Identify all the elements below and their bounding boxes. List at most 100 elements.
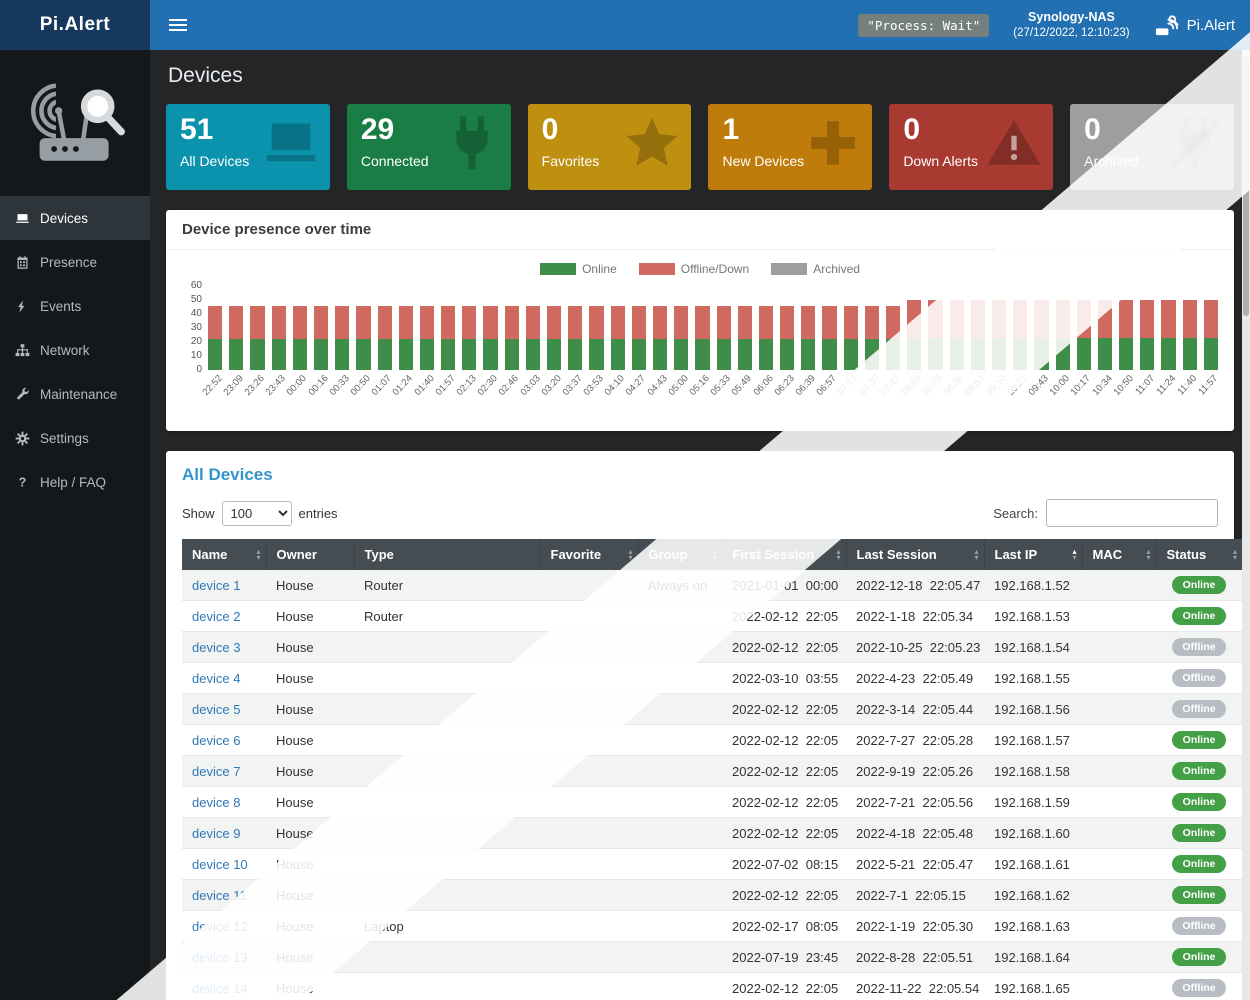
device-link[interactable]: device 2 [192,609,240,624]
table-row[interactable]: device 7House2022-02-12 22:052022-9-19 2… [182,756,1242,787]
device-link[interactable]: device 5 [192,702,240,717]
column-header-type[interactable]: Type [354,539,540,570]
cell-name: device 13 [182,942,266,973]
table-row[interactable]: device 3House2022-02-12 22:052022-10-25 … [182,632,1242,663]
device-link[interactable]: device 11 [192,888,247,903]
chart-y-tick: 50 [191,294,202,305]
device-link[interactable]: device 4 [192,671,240,686]
device-link[interactable]: device 6 [192,733,240,748]
sidebar-item-maintenance[interactable]: Maintenance [0,372,150,416]
legend-swatch [771,263,807,275]
table-row[interactable]: device 11House2022-02-12 22:052022-7-1 2… [182,880,1242,911]
status-badge: Offline [1172,669,1226,687]
stat-card-favorites[interactable]: 0 Favorites [528,104,692,190]
table-row[interactable]: device 9House2022-02-12 22:052022-4-18 2… [182,818,1242,849]
stat-card-archived[interactable]: 0 Archived [1070,104,1234,190]
chart-x-label: 09:27 [1013,373,1027,419]
column-header-status[interactable]: Status▴▾ [1156,539,1242,570]
device-link[interactable]: device 1 [192,578,240,593]
table-row[interactable]: device 5House2022-02-12 22:052022-3-14 2… [182,694,1242,725]
cell-last_ip: 192.168.1.65 [984,973,1082,1000]
status-badge: Online [1172,824,1226,842]
pialert-app: Pi.Alert "Process: Wait" Synology-NAS (2… [0,0,1250,1000]
cell-favorite [540,787,638,818]
device-link[interactable]: device 9 [192,826,240,841]
column-header-first-session[interactable]: First Session▴▾ [722,539,846,570]
sidebar-item-settings[interactable]: Settings [0,416,150,460]
cell-owner: House [266,570,354,601]
cell-name: device 9 [182,818,266,849]
cell-first_session: 2022-02-17 08:05 [722,911,846,942]
chart-bar [653,286,667,370]
column-header-last-session[interactable]: Last Session▴▾ [846,539,984,570]
stat-card-new-devices[interactable]: 1 New Devices [708,104,872,190]
cell-mac [1082,694,1156,725]
column-header-group[interactable]: Group▴▾ [638,539,722,570]
column-header-last-ip[interactable]: Last IP▴▾ [984,539,1082,570]
table-row[interactable]: device 1HouseRouterAlways on2021-01-01 0… [182,570,1242,601]
stat-card-all-devices[interactable]: 51 All Devices [166,104,330,190]
device-link[interactable]: device 12 [192,919,248,934]
device-link[interactable]: device 8 [192,795,240,810]
column-header-mac[interactable]: MAC▴▾ [1082,539,1156,570]
vertical-scrollbar[interactable] [1242,50,1250,1000]
stat-card-connected[interactable]: 29 Connected [347,104,511,190]
table-row[interactable]: device 12HouseLaptop2022-02-17 08:052022… [182,911,1242,942]
cell-first_session: 2022-02-12 22:05 [722,725,846,756]
chart-bar [632,286,646,370]
device-link[interactable]: device 10 [192,857,248,872]
sidebar-item-events[interactable]: Events [0,284,150,328]
sidebar-item-presence[interactable]: Presence [0,240,150,284]
column-header-name[interactable]: Name▴▾ [182,539,266,570]
column-header-favorite[interactable]: Favorite▴▾ [540,539,638,570]
column-header-owner[interactable]: Owner [266,539,354,570]
scrollbar-thumb[interactable] [1243,56,1249,316]
device-link[interactable]: device 7 [192,764,240,779]
sidebar-item-network[interactable]: Network [0,328,150,372]
sidebar-item-help-faq[interactable]: ? Help / FAQ [0,460,150,504]
navbar-brand-right[interactable]: Pi.Alert [1154,13,1235,38]
cell-favorite [540,942,638,973]
device-link[interactable]: device 14 [192,981,248,996]
legend-item: Archived [771,262,860,276]
stat-card-down-alerts[interactable]: 0 Down Alerts [889,104,1053,190]
show-entries: Show 100 entries [182,501,338,526]
cell-mac [1082,601,1156,632]
cell-first_session: 2022-02-12 22:05 [722,632,846,663]
cell-status: Online [1156,787,1242,818]
cell-type: Laptop [354,911,540,942]
page-length-select[interactable]: 100 [222,501,292,526]
chart-x-label: 22:52 [208,373,222,419]
sidebar-item-devices[interactable]: Devices [0,196,150,240]
table-row[interactable]: device 4House2022-03-10 03:552022-4-23 2… [182,663,1242,694]
search-input[interactable] [1046,499,1218,527]
cell-last_ip: 192.168.1.59 [984,787,1082,818]
cell-favorite [540,725,638,756]
table-row[interactable]: device 10House2022-07-02 08:152022-5-21 … [182,849,1242,880]
cell-owner: House [266,880,354,911]
device-link[interactable]: device 3 [192,640,240,655]
table-row[interactable]: device 8House2022-02-12 22:052022-7-21 2… [182,787,1242,818]
chart-x-label: 05:33 [717,373,731,419]
cell-last_ip: 192.168.1.53 [984,601,1082,632]
cell-favorite [540,570,638,601]
chart-x-label: 23:26 [250,373,264,419]
legend-swatch [639,263,675,275]
cell-last_session: 2022-9-19 22:05.26 [846,756,984,787]
table-row[interactable]: device 6House2022-02-12 22:052022-7-27 2… [182,725,1242,756]
cell-first_session: 2022-07-02 08:15 [722,849,846,880]
bolt-icon [15,299,30,314]
table-row[interactable]: device 13House2022-07-19 23:452022-8-28 … [182,942,1242,973]
host-name: Synology-NAS [1013,9,1129,25]
table-row[interactable]: device 14House2022-02-12 22:052022-11-22… [182,973,1242,1000]
cell-first_session: 2022-02-12 22:05 [722,880,846,911]
chart-bar [229,286,243,370]
table-row[interactable]: device 2HouseRouter2022-02-12 22:052022-… [182,601,1242,632]
cell-favorite [540,849,638,880]
device-link[interactable]: device 13 [192,950,248,965]
app-logo[interactable]: Pi.Alert [0,0,150,50]
cell-owner: House [266,818,354,849]
cell-name: device 2 [182,601,266,632]
hamburger-menu-icon[interactable] [165,13,191,37]
chart-x-label: 10:00 [1056,373,1070,419]
